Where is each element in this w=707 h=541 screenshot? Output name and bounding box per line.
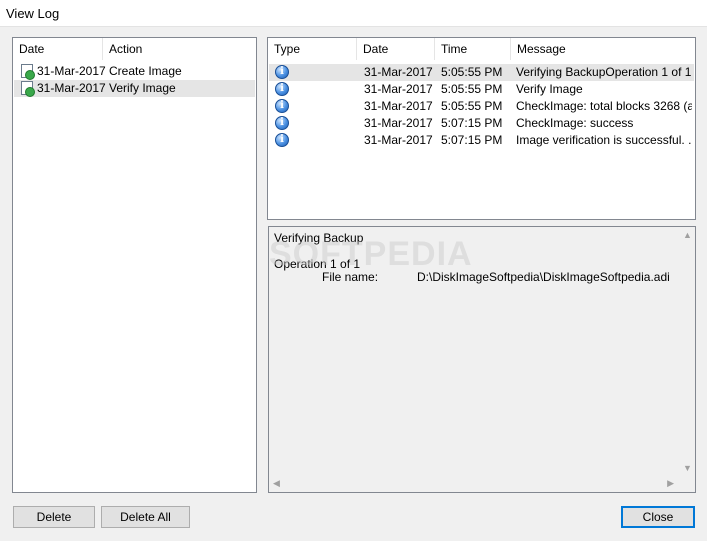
scroll-down-icon[interactable]: ▼	[683, 463, 692, 473]
message-time: 5:07:15 PM	[441, 116, 503, 130]
message-date: 31-Mar-2017	[364, 116, 433, 130]
document-ok-icon	[21, 64, 35, 80]
message-details-pane[interactable]: Verifying Backup Operation 1 of 1 File n…	[268, 226, 696, 493]
message-date: 31-Mar-2017	[364, 99, 433, 113]
session-list[interactable]: Date Action 31-Mar-2017 Create Image 31-…	[12, 37, 257, 493]
session-action: Create Image	[109, 64, 182, 78]
session-date: 31-Mar-2017	[37, 64, 106, 78]
details-file-value: D:\DiskImageSoftpedia\DiskImageSoftpedia…	[417, 270, 670, 284]
message-row[interactable]: i 31-Mar-2017 5:05:55 PM Verify Image	[269, 81, 694, 98]
message-time: 5:05:55 PM	[441, 65, 503, 79]
column-header-date-label: Date	[19, 42, 45, 56]
message-text: Image verification is successful. ...	[516, 133, 692, 147]
column-header-time[interactable]: Time	[435, 38, 511, 60]
details-heading: Verifying Backup	[274, 231, 364, 245]
message-row[interactable]: i 31-Mar-2017 5:07:15 PM CheckImage: suc…	[269, 115, 694, 132]
column-header-date-label: Date	[363, 42, 389, 56]
session-row[interactable]: 31-Mar-2017 Verify Image	[14, 80, 255, 97]
message-time: 5:07:15 PM	[441, 133, 503, 147]
window-title: View Log	[6, 6, 60, 21]
info-icon: i	[275, 82, 289, 96]
scroll-right-icon[interactable]: ▶	[667, 478, 674, 489]
message-text: Verifying BackupOperation 1 of 1...	[516, 65, 692, 79]
details-operation: Operation 1 of 1	[274, 257, 361, 271]
info-icon: i	[275, 65, 289, 79]
close-button[interactable]: Close	[621, 506, 695, 528]
column-header-message[interactable]: Message	[511, 38, 695, 60]
info-icon: i	[275, 116, 289, 130]
delete-button[interactable]: Delete	[13, 506, 95, 528]
message-text: CheckImage: total blocks 3268 (a...	[516, 99, 692, 113]
details-vertical-scrollbar[interactable]: ▲ ▼	[678, 227, 695, 476]
message-date: 31-Mar-2017	[364, 65, 433, 79]
scroll-left-icon[interactable]: ◀	[273, 478, 280, 489]
details-horizontal-scrollbar[interactable]: ◀ ▶	[269, 475, 678, 492]
message-date: 31-Mar-2017	[364, 82, 433, 96]
message-list[interactable]: Type Date Time Message i 31-Mar-2017 5:0…	[267, 37, 696, 220]
message-time: 5:05:55 PM	[441, 99, 503, 113]
delete-all-button[interactable]: Delete All	[101, 506, 190, 528]
session-date: 31-Mar-2017	[37, 81, 106, 95]
column-header-action-label: Action	[109, 42, 143, 56]
column-header-date[interactable]: Date	[13, 38, 103, 60]
column-header-message-label: Message	[517, 42, 566, 56]
message-text: CheckImage: success	[516, 116, 634, 130]
message-row[interactable]: i 31-Mar-2017 5:05:55 PM Verifying Backu…	[269, 64, 694, 81]
column-header-date[interactable]: Date	[357, 38, 435, 60]
column-header-type[interactable]: Type	[268, 38, 357, 60]
session-action: Verify Image	[109, 81, 176, 95]
document-ok-icon	[21, 81, 35, 97]
message-row[interactable]: i 31-Mar-2017 5:05:55 PM CheckImage: tot…	[269, 98, 694, 115]
message-time: 5:05:55 PM	[441, 82, 503, 96]
info-icon: i	[275, 99, 289, 113]
session-row[interactable]: 31-Mar-2017 Create Image	[14, 63, 255, 80]
column-header-action[interactable]: Action	[103, 38, 256, 60]
message-text: Verify Image	[516, 82, 583, 96]
message-date: 31-Mar-2017	[364, 133, 433, 147]
column-header-type-label: Type	[274, 42, 301, 56]
scroll-up-icon[interactable]: ▲	[683, 230, 692, 240]
column-header-time-label: Time	[441, 42, 468, 56]
message-row[interactable]: i 31-Mar-2017 5:07:15 PM Image verificat…	[269, 132, 694, 149]
title-bar: View Log	[0, 0, 707, 27]
info-icon: i	[275, 133, 289, 147]
details-file-label: File name:	[322, 270, 379, 284]
